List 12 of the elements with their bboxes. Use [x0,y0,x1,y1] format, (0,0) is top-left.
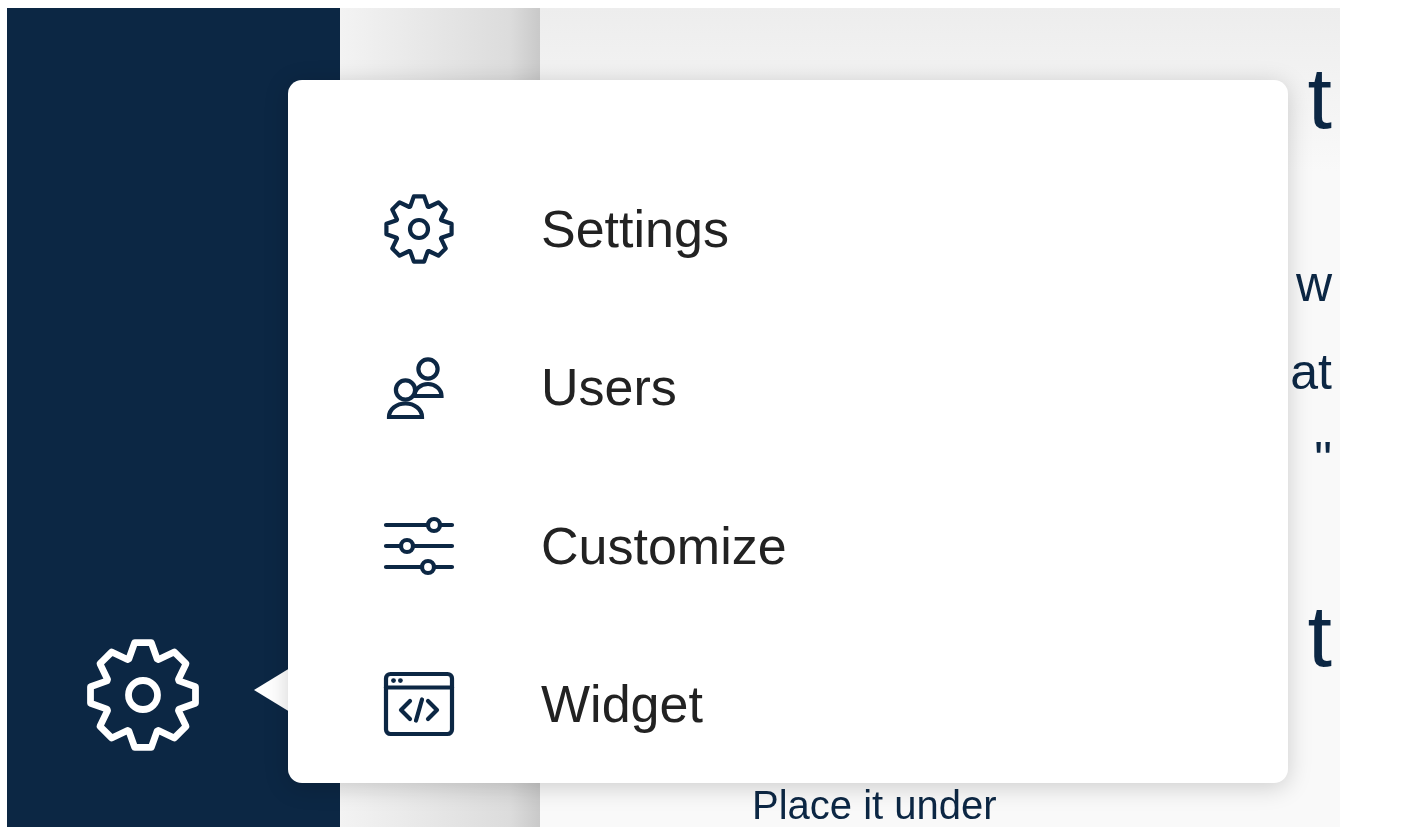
settings-icon [85,637,201,753]
menu-item[interactable]: Settings [288,150,1288,309]
heading-text: Place it under [752,783,997,827]
menu-item[interactable]: Widget [288,624,1288,783]
body-text: w [1295,255,1332,314]
body-text: at [1290,343,1332,402]
heading-text: t [1307,47,1332,149]
menu-item[interactable]: Customize [288,466,1288,625]
menu-item[interactable]: Users [288,308,1288,467]
heading-text: t [1307,585,1332,687]
settings-icon [383,193,455,266]
body-text: " [1314,431,1332,490]
